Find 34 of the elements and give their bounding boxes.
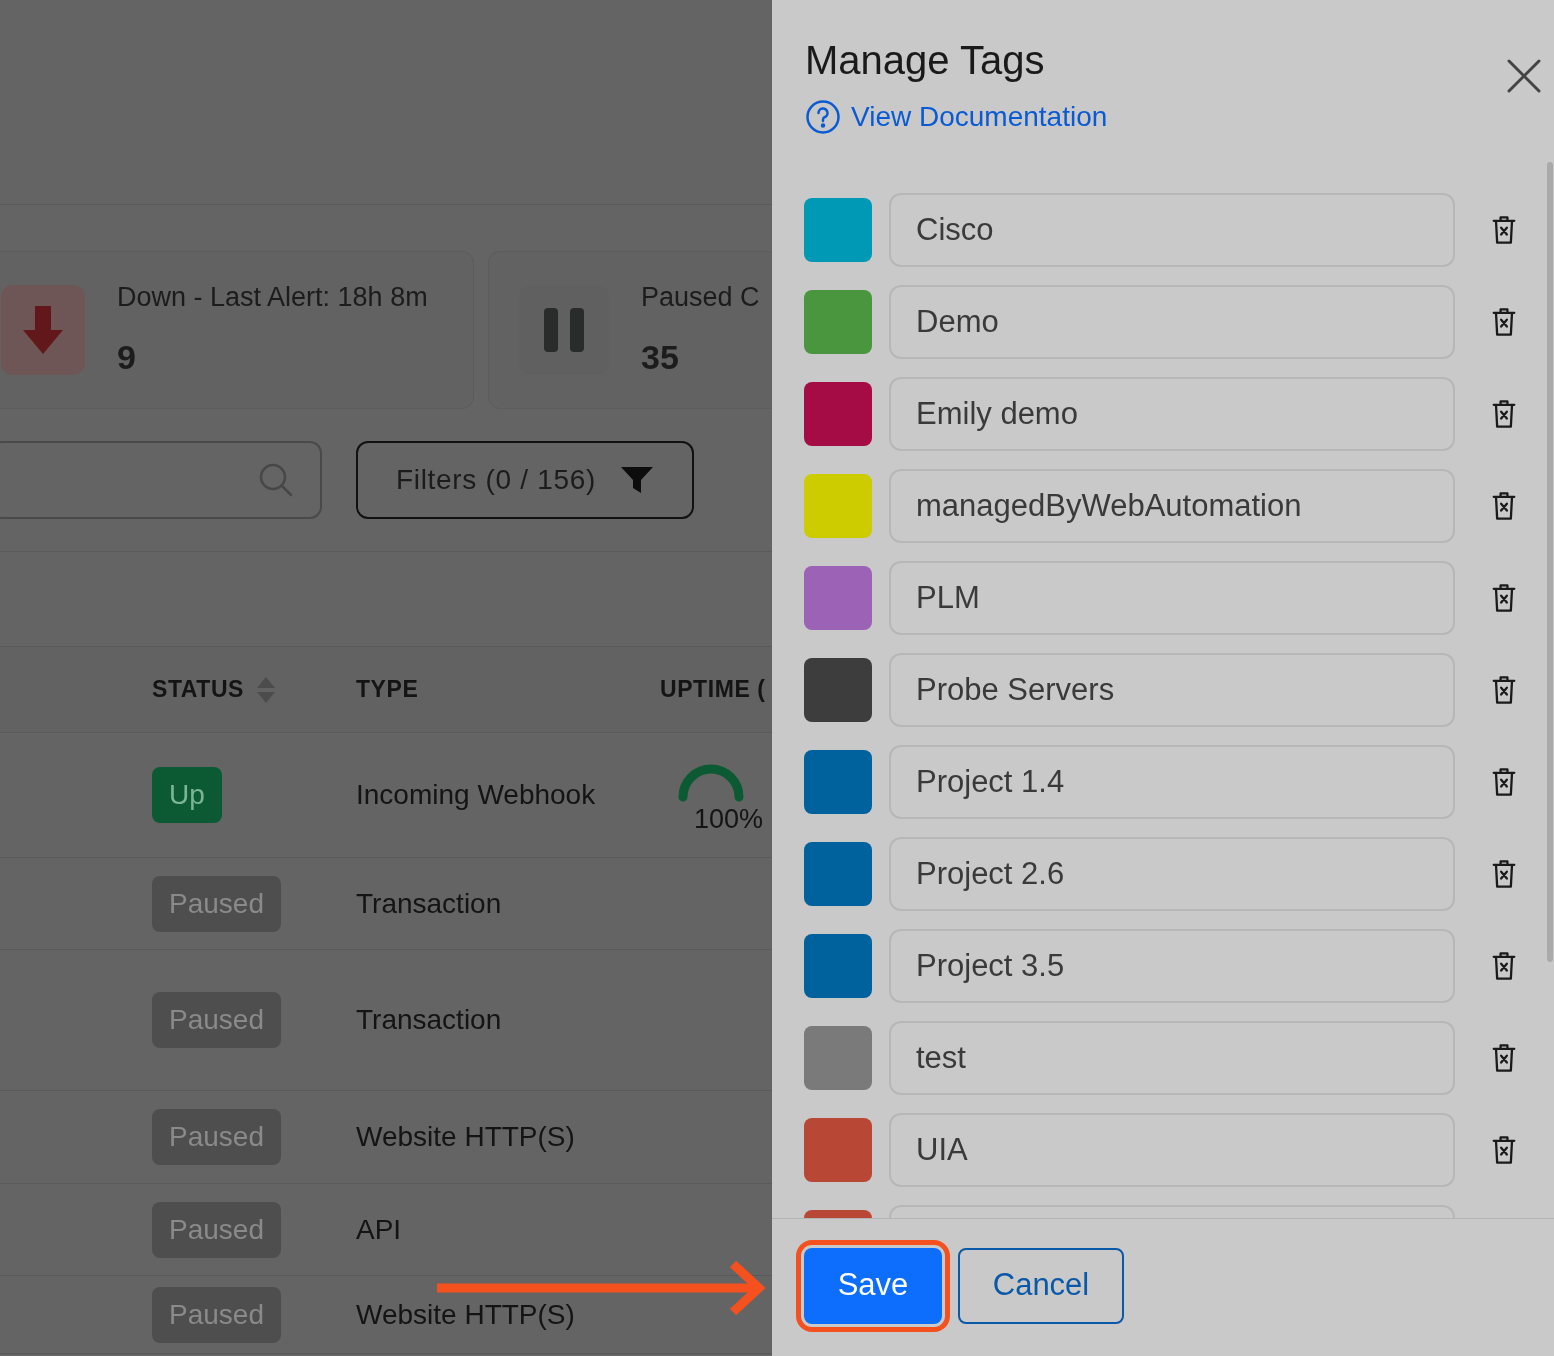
cancel-button[interactable]: Cancel <box>958 1247 1124 1324</box>
tag-name-field[interactable]: Demo <box>889 285 1455 359</box>
monitor-type: Website HTTP(S) <box>356 1297 576 1332</box>
status-badge: Paused <box>152 992 281 1048</box>
card-label: Paused C <box>641 281 760 315</box>
column-header: UPTIME ( <box>660 675 766 705</box>
monitor-type: API <box>356 1212 403 1247</box>
documentation-link[interactable]: View Documentation <box>805 96 1108 138</box>
card-label: Down - Last Alert: 18h 8m <box>117 281 428 315</box>
column-header: STATUS <box>152 675 245 705</box>
column-header: TYPE <box>356 675 419 705</box>
tag-name-field[interactable]: UIA <box>889 1113 1455 1187</box>
status-badge: Paused <box>152 1201 281 1258</box>
tag-name-field[interactable]: managedByWebAutomation <box>889 469 1455 543</box>
tag-name-field[interactable]: Cisco <box>889 193 1455 267</box>
uptime-percent: 100% <box>694 802 764 836</box>
monitor-type: Website HTTP(S) <box>356 1120 576 1154</box>
tag-name-field[interactable]: Probe Servers <box>889 653 1455 727</box>
monitor-type: Incoming Webhook <box>356 778 597 812</box>
dialog-title: Manage Tags <box>805 37 1046 84</box>
tag-name-field[interactable]: Project 2.6 <box>889 837 1455 911</box>
tag-name-field[interactable]: Emily demo <box>889 377 1455 451</box>
status-badge: Paused <box>152 1109 281 1165</box>
status-badge: Up <box>152 767 222 823</box>
monitor-type: Transaction <box>356 886 503 921</box>
status-badge: Paused <box>152 1286 281 1343</box>
card-count: 9 <box>117 336 137 378</box>
card-count: 35 <box>641 336 680 378</box>
tag-name-field[interactable]: PLM <box>889 561 1455 635</box>
status-badge: Paused <box>152 875 281 932</box>
tag-name-field[interactable]: Project 3.5 <box>889 929 1455 1003</box>
monitor-type: Transaction <box>356 1003 503 1037</box>
tag-name-field[interactable]: Project 1.4 <box>889 745 1455 819</box>
tag-name-field[interactable]: test <box>889 1021 1455 1095</box>
